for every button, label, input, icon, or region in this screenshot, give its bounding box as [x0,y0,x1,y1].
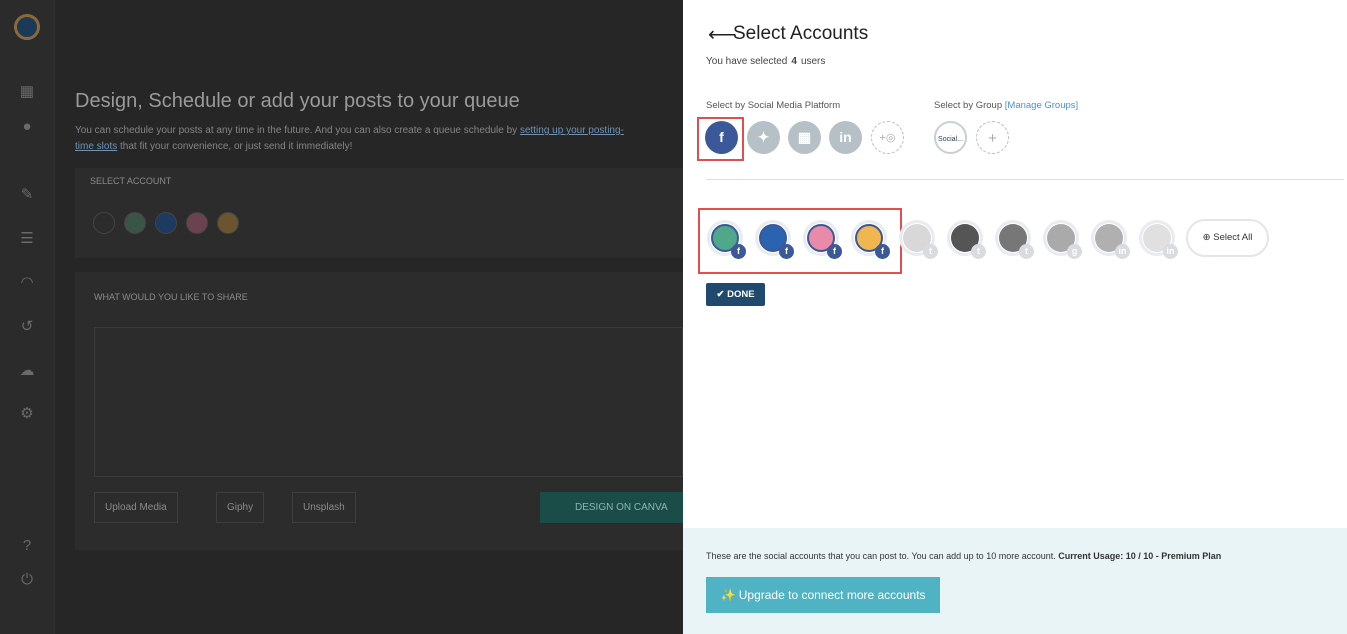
share-label: WHAT WOULD YOU LIKE TO SHARE [94,292,248,302]
compose-header: Design, Schedule or add your posts to yo… [75,90,675,155]
share-section: WHAT WOULD YOU LIKE TO SHARE Upload Medi… [75,272,683,550]
account-facebook[interactable]: f [755,220,794,259]
settings-icon[interactable]: ⚙ [18,405,36,423]
upload-media-button[interactable]: Upload Media [94,492,178,523]
post-textarea[interactable] [94,327,683,477]
usage-text: These are the social accounts that you c… [706,551,1222,561]
facebook-badge-icon: f [731,244,746,259]
facebook-count[interactable] [93,212,115,234]
mini-account[interactable] [124,212,146,234]
group-label: Select by Group [Manage Groups] [934,100,1079,111]
mini-account[interactable] [155,212,177,234]
account-facebook[interactable]: f [707,220,746,259]
platform-label: Select by Social Media Platform [706,100,841,111]
account-twitter[interactable]: t [899,220,938,259]
facebook-badge-icon: f [779,244,794,259]
account-facebook[interactable]: f [803,220,842,259]
sidebar: ▦ ● ✎ ☰ ◠ ↺ ☁ ⚙ ? ⏻ [0,0,55,634]
account-twitter[interactable]: t [995,220,1034,259]
select-account-label: SELECT ACCOUNT [90,176,172,186]
done-button[interactable]: ✔ DONE [706,283,765,306]
dashboard-icon[interactable]: ▦ [18,83,36,101]
select-all-button[interactable]: ⊕ Select All [1186,219,1269,257]
list-icon[interactable]: ☰ [18,230,36,248]
linkedin-badge-icon: in [1115,244,1130,259]
upgrade-button[interactable]: ✨ Upgrade to connect more accounts [706,577,940,613]
badge-icon[interactable]: ● [18,118,36,136]
manage-groups-link[interactable]: [Manage Groups] [1005,100,1078,111]
rss-icon[interactable]: ◠ [18,274,36,292]
cloud-upload-icon[interactable]: ☁ [18,362,36,380]
page-description: You can schedule your posts at any time … [75,125,624,152]
page-title: Design, Schedule or add your posts to yo… [75,90,520,112]
twitter-badge-icon: t [923,244,938,259]
mini-account[interactable] [186,212,208,234]
design-on-canva-button[interactable]: DESIGN ON CANVA [540,492,683,523]
select-account-section: SELECT ACCOUNT [75,168,683,258]
add-group-button[interactable]: + [976,121,1009,154]
facebook-badge-icon: f [827,244,842,259]
twitter-badge-icon: t [971,244,986,259]
unsplash-button[interactable]: Unsplash [292,492,356,523]
panel-title: Select Accounts [733,23,869,44]
platform-twitter-button[interactable]: ✦ [747,121,780,154]
account-linkedin[interactable]: in [1091,220,1130,259]
group-social[interactable]: Social... [934,121,967,154]
modal-backdrop-page[interactable]: ▦ ● ✎ ☰ ◠ ↺ ☁ ⚙ ? ⏻ Design, Schedule or … [0,0,683,634]
select-accounts-panel: ⟵ Select Accounts You have selected 4 user… [683,0,1347,634]
divider [706,179,1344,180]
usage-footer: These are the social accounts that you c… [683,528,1347,634]
account-google-my-business[interactable]: g [1043,220,1082,259]
facebook-badge-icon: f [875,244,890,259]
google-my-business-badge-icon: g [1067,244,1082,259]
app-logo [14,14,40,40]
mini-account[interactable] [217,212,239,234]
account-facebook[interactable]: f [851,220,890,259]
linkedin-badge-icon: in [1163,244,1178,259]
history-icon[interactable]: ↺ [18,318,36,336]
compose-icon[interactable]: ✎ [18,186,36,204]
platform-gmb-button[interactable]: ▦ [788,121,821,154]
add-instagram-button[interactable]: +◎ [871,121,904,154]
twitter-badge-icon: t [1019,244,1034,259]
platform-facebook-button[interactable]: f [705,121,738,154]
account-twitter[interactable]: t [947,220,986,259]
selected-count-text: You have selected 4 users [706,56,826,67]
giphy-button[interactable]: Giphy [216,492,265,523]
platform-linkedin-button[interactable]: in [829,121,862,154]
help-icon[interactable]: ? [18,537,36,555]
account-linkedin[interactable]: in [1139,220,1178,259]
power-icon[interactable]: ⏻ [18,571,36,589]
